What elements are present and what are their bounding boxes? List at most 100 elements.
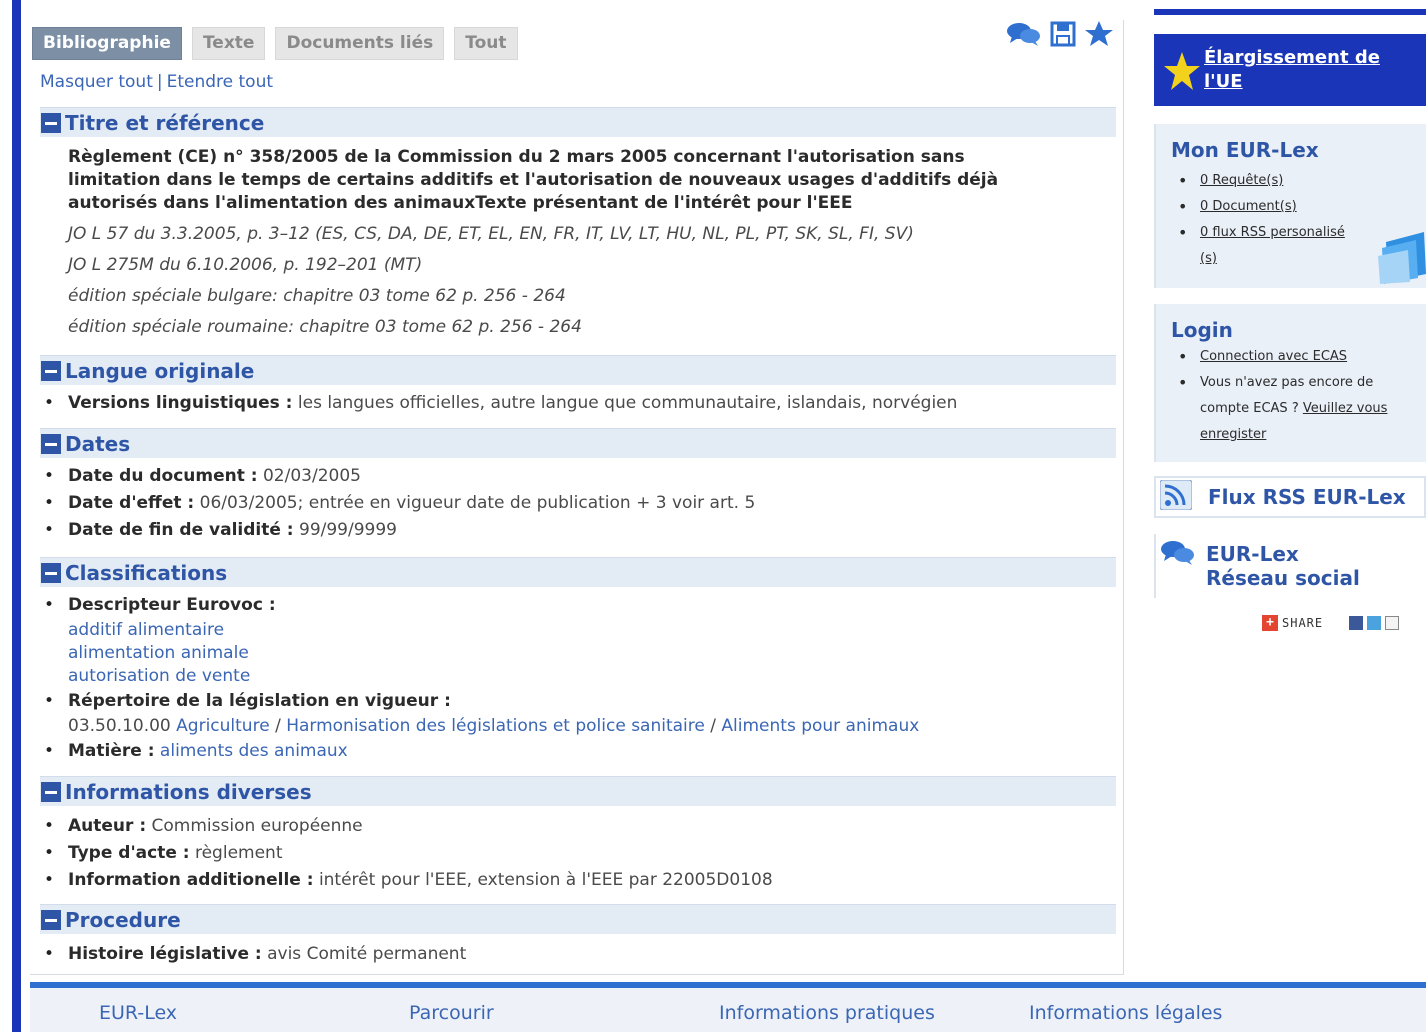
oj-reference: JO L 275M du 6.10.2006, p. 192–201 (MT) [68, 255, 423, 275]
section-procedure-header[interactable]: Procedure [40, 904, 1116, 934]
star-icon[interactable] [1084, 20, 1114, 48]
footer-parcourir-link[interactable]: Parcourir [409, 1002, 494, 1024]
rss-box[interactable]: Flux RSS EUR-Lex [1154, 476, 1426, 518]
field-label: Versions linguistiques : [68, 393, 293, 413]
list-item: Type d'acte : règlement [40, 840, 1116, 867]
list-item: Histoire législative : avis Comité perma… [40, 941, 1116, 968]
field-label: Date du document : [68, 466, 258, 486]
social-line2: Réseau social [1206, 566, 1360, 590]
toolbar-icons [1006, 20, 1114, 48]
footer-bar: EUR-Lex Parcourir Informations pratiques… [30, 982, 1426, 1032]
section-titre-body: Règlement (CE) n° 358/2005 de la Commiss… [40, 146, 1116, 343]
eurovoc-link[interactable]: autorisation de vente [68, 665, 1116, 688]
document-tabs: Bibliographie Texte Documents liés Tout [32, 27, 518, 60]
ecas-connect-link[interactable]: Connection avec ECAS [1200, 349, 1347, 364]
login-title: Login [1171, 318, 1233, 342]
eurovoc-link[interactable]: alimentation animale [68, 642, 1116, 665]
mon-eurlex-title: Mon EUR-Lex [1171, 138, 1319, 162]
share-label: SHARE [1282, 616, 1324, 630]
rss-link[interactable]: Flux RSS EUR-Lex [1208, 485, 1406, 509]
social-line1: EUR-Lex [1206, 542, 1299, 566]
login-box: Login Connection avec ECAS Vous n'avez p… [1154, 304, 1426, 462]
email-icon[interactable] [1385, 616, 1400, 630]
save-icon[interactable] [1050, 21, 1076, 47]
list-item: Date du document : 02/03/2005 [40, 463, 1116, 490]
tab-tout[interactable]: Tout [454, 27, 518, 60]
section-dates-body: Date du document : 02/03/2005 Date d'eff… [40, 463, 1116, 544]
section-classifications-header[interactable]: Classifications [40, 557, 1116, 587]
hide-all-link[interactable]: Masquer tout [40, 72, 153, 92]
social-link[interactable]: EUR-Lex Réseau social [1206, 542, 1360, 590]
share-plus-icon: + [1262, 615, 1278, 631]
special-edition-reference: édition spéciale roumaine: chapitre 03 t… [68, 317, 582, 337]
footer-infos-legales-link[interactable]: Informations légales [1029, 1002, 1222, 1024]
repertoire-link[interactable]: Aliments pour animaux [721, 716, 919, 736]
expand-all-link[interactable]: Etendre tout [167, 72, 273, 92]
twitter-icon[interactable] [1367, 616, 1382, 630]
facebook-icon[interactable] [1349, 616, 1364, 630]
matiere-link[interactable]: aliments des animaux [160, 741, 348, 761]
collapse-icon[interactable] [41, 909, 61, 930]
list-item: 0 Document(s) [1178, 194, 1356, 220]
collapse-icon[interactable] [41, 562, 61, 583]
section-dates-header[interactable]: Dates [40, 428, 1116, 458]
field-value: avis Comité permanent [267, 944, 467, 964]
field-label: Matière : [68, 741, 155, 761]
tab-documents-lies[interactable]: Documents liés [275, 27, 445, 60]
eurovoc-link[interactable]: additif alimentaire [68, 619, 1116, 642]
section-title: Titre et référence [65, 110, 265, 135]
section-infos-body: Auteur : Commission européenne Type d'ac… [40, 813, 1116, 894]
collapse-icon[interactable] [41, 781, 61, 802]
section-langue-body: Versions linguistiques : les langues off… [40, 390, 1116, 417]
tab-texte[interactable]: Texte [191, 27, 266, 60]
section-procedure-body: Histoire législative : avis Comité perma… [40, 941, 1116, 968]
collapse-icon[interactable] [41, 433, 61, 454]
list-item: Versions linguistiques : les langues off… [40, 390, 1116, 417]
enlargement-link[interactable]: Élargissement de l'UE [1204, 46, 1380, 94]
field-value: 99/99/9999 [299, 520, 397, 540]
documents-link[interactable]: 0 Document(s) [1200, 199, 1297, 214]
section-title: Classifications [65, 560, 228, 585]
repertoire-link[interactable]: Harmonisation des législations et police… [286, 716, 705, 736]
repertoire-link[interactable]: Agriculture [176, 716, 270, 736]
star-burst-icon [1162, 48, 1202, 100]
list-item: Descripteur Eurovoc : additif alimentair… [40, 592, 1116, 688]
field-value: les langues officielles, autre langue qu… [297, 393, 958, 413]
rss-icon [1159, 479, 1193, 514]
field-label: Date d'effet : [68, 493, 195, 513]
field-label: Date de fin de validité : [68, 520, 294, 540]
share-widget[interactable]: + SHARE [1262, 613, 1400, 633]
field-value: règlement [194, 843, 283, 863]
section-titre-header[interactable]: Titre et référence [40, 107, 1116, 137]
collapse-icon[interactable] [41, 360, 61, 381]
section-langue-header[interactable]: Langue originale [40, 355, 1116, 385]
field-label: Répertoire de la législation en vigueur … [68, 691, 451, 711]
field-label: Information additionelle : [68, 870, 314, 890]
tab-bibliographie[interactable]: Bibliographie [32, 27, 182, 60]
eu-enlargement-banner[interactable]: Élargissement de l'UE [1154, 34, 1426, 106]
list-item: Auteur : Commission européenne [40, 813, 1116, 840]
requetes-link[interactable]: 0 Requête(s) [1200, 173, 1283, 188]
left-accent-bar [12, 0, 21, 1032]
rss-personalise-link[interactable]: 0 flux RSS personalisé (s) [1200, 225, 1345, 266]
chat-icon [1160, 538, 1196, 572]
list-item: Connection avec ECAS [1178, 344, 1406, 370]
social-network-box: EUR-Lex Réseau social [1154, 534, 1426, 598]
field-value: intérêt pour l'EEE, extension à l'EEE pa… [318, 870, 773, 890]
footer-infos-pratiques-link[interactable]: Informations pratiques [719, 1002, 935, 1024]
oj-reference: JO L 57 du 3.3.2005, p. 3–12 (ES, CS, DA… [68, 224, 914, 244]
documents-stack-icon [1378, 226, 1426, 288]
mon-eurlex-box: Mon EUR-Lex 0 Requête(s) 0 Document(s) 0… [1154, 124, 1426, 288]
chat-icon[interactable] [1006, 21, 1042, 47]
enlargement-line1: Élargissement de [1204, 47, 1380, 68]
document-title: Règlement (CE) n° 358/2005 de la Commiss… [68, 147, 999, 213]
footer-eurlex-link[interactable]: EUR-Lex [99, 1002, 177, 1024]
main-panel: Bibliographie Texte Documents liés Tout [30, 20, 1124, 975]
list-item: Matière : aliments des animaux [40, 738, 1116, 765]
section-infos-header[interactable]: Informations diverses [40, 776, 1116, 806]
expand-collapse-links: Masquer tout | Etendre tout [40, 72, 273, 92]
list-item: Vous n'avez pas encore de compte ECAS ? … [1178, 370, 1406, 448]
list-item: 0 flux RSS personalisé (s) [1178, 220, 1356, 272]
collapse-icon[interactable] [41, 112, 61, 133]
field-label: Descripteur Eurovoc : [68, 595, 276, 615]
